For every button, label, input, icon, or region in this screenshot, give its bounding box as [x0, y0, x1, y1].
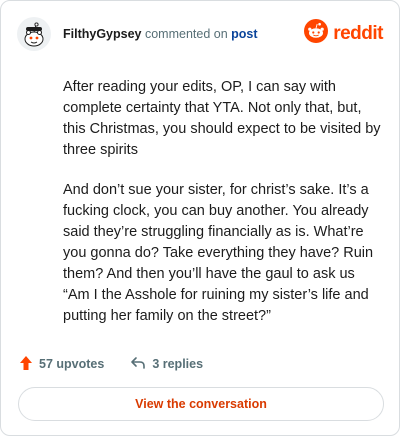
- comment-card: FilthyGypsey commented on post reddit Af…: [0, 0, 400, 436]
- reply-count: 3 replies: [152, 357, 204, 371]
- snoo-avatar-icon[interactable]: [17, 17, 51, 51]
- upvote-button[interactable]: 57 upvotes: [19, 355, 104, 374]
- reddit-logo[interactable]: reddit: [304, 19, 383, 48]
- post-link[interactable]: post: [231, 27, 257, 41]
- comment-header: FilthyGypsey commented on post reddit: [17, 17, 383, 51]
- comment-body: After reading your edits, OP, I can say …: [63, 77, 381, 346]
- action-text: commented on: [144, 27, 228, 41]
- comment-actions: 57 upvotes 3 replies: [19, 353, 203, 375]
- username-link[interactable]: FilthyGypsey: [63, 27, 142, 41]
- view-conversation-button[interactable]: View the conversation: [18, 387, 384, 421]
- upvote-count: 57 upvotes: [39, 357, 105, 371]
- upvote-arrow-icon: [19, 355, 39, 374]
- reply-arrow-icon: [130, 356, 152, 373]
- reddit-wordmark: reddit: [333, 22, 383, 44]
- byline: FilthyGypsey commented on post: [63, 27, 258, 41]
- reddit-logo-icon: [304, 19, 329, 48]
- replies-button[interactable]: 3 replies: [130, 356, 203, 373]
- comment-paragraph: And don’t sue your sister, for christ’s …: [63, 182, 374, 324]
- comment-paragraph: After reading your edits, OP, I can say …: [63, 79, 381, 158]
